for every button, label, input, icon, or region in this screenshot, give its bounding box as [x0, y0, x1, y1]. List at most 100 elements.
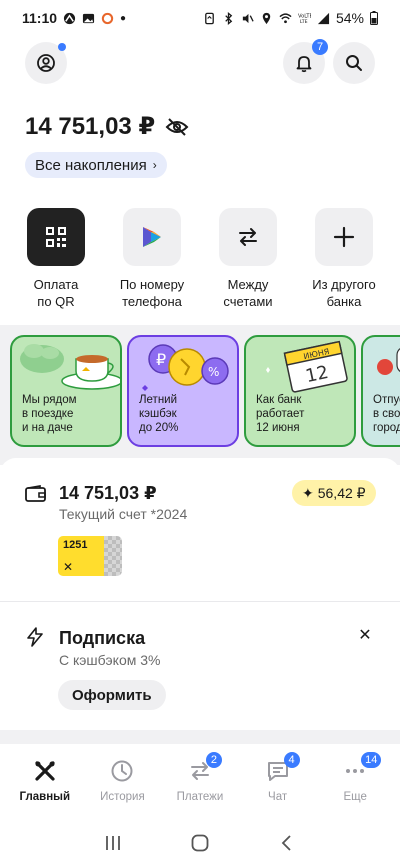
story-line: 12 июня — [256, 422, 300, 434]
search-icon — [346, 55, 362, 71]
stories-carousel[interactable]: Мы рядом в поездке и на даче ₽ % Летний кэш… — [10, 335, 400, 447]
close-icon[interactable]: ✕ — [356, 626, 374, 644]
battery-icon — [370, 11, 378, 25]
bottom-navigation: Главный История 2 Платежи 4 Чат 14 Еще — [0, 744, 400, 818]
tea-cup-illustration — [20, 344, 120, 390]
story-card[interactable]: ₽ % Летний кэшбэк до 20% — [127, 335, 239, 447]
between-accounts-action[interactable]: Между счетами — [204, 208, 292, 310]
status-time: 11:10 — [22, 10, 58, 26]
cashback-badge[interactable]: ✦ 56,42 ₽ — [292, 480, 376, 506]
divider — [0, 601, 400, 602]
coins-illustration: ₽ % — [142, 344, 229, 391]
volte-icon: VoLTELTE — [298, 13, 311, 24]
location-icon — [262, 12, 271, 24]
story-text: Мы рядом в поездке и на даче — [22, 393, 77, 435]
sbp-tile[interactable] — [123, 208, 181, 266]
more-notifications-dot: ● — [120, 12, 127, 24]
nav-chat[interactable]: 4 Чат — [240, 744, 316, 818]
action-label-line1: Оплата — [33, 277, 79, 292]
clock-icon — [111, 760, 133, 782]
subscribe-button[interactable]: Оформить — [58, 680, 166, 710]
sbp-icon — [143, 227, 161, 247]
signal-icon — [317, 12, 330, 24]
all-savings-label: Все накопления — [35, 156, 147, 174]
card-placeholder — [104, 536, 122, 576]
story-text: Летний кэшбэк до 20% — [139, 393, 178, 435]
plus-tile[interactable] — [315, 208, 373, 266]
svg-text:VoLTE: VoLTE — [298, 13, 311, 19]
notifications-button[interactable]: 7 — [283, 39, 328, 84]
wifi-icon — [279, 12, 292, 23]
notifications-badge: 7 — [312, 39, 328, 55]
qr-tile[interactable] — [27, 208, 85, 266]
profile-update-dot — [58, 43, 66, 51]
total-balance-amount: 14 751,03 ₽ — [25, 113, 156, 140]
story-line: и на даче — [22, 422, 73, 434]
story-line: в свое — [373, 408, 400, 420]
total-balance: 14 751,03 ₽ — [25, 112, 189, 141]
nav-more[interactable]: 14 Еще — [317, 744, 393, 818]
all-savings-button[interactable]: Все накопления › — [25, 152, 167, 178]
system-navigation — [0, 818, 400, 867]
card-last4: 1251 — [63, 539, 88, 551]
from-other-bank-action[interactable]: Из другого банка — [300, 208, 388, 310]
story-line: Отпус — [373, 394, 400, 406]
qr-icon — [46, 227, 66, 247]
pay-by-phone-action[interactable]: По номеру телефона — [108, 208, 196, 310]
nav-label: Чат — [268, 791, 288, 803]
story-line: до 20% — [139, 422, 179, 434]
nav-badge: 14 — [361, 752, 382, 768]
story-text: Отпус в свое город — [373, 393, 400, 435]
transfer-tile[interactable] — [219, 208, 277, 266]
story-line: Как банк — [256, 394, 302, 406]
search-button[interactable] — [333, 42, 375, 84]
account-name: Текущий счет *2024 — [59, 506, 188, 522]
wallet-icon — [25, 485, 46, 502]
action-label-line2: по QR — [37, 294, 75, 309]
story-line: город — [373, 422, 400, 434]
calendar-illustration: ИЮНЯ 12 — [266, 340, 348, 393]
subscription-title: Подписка — [59, 628, 146, 648]
account-balance[interactable]: 14 751,03 ₽ — [59, 483, 157, 504]
nav-badge: 4 — [283, 752, 300, 768]
pay-by-qr-action[interactable]: Оплата по QR — [12, 208, 100, 310]
record-notification-icon — [101, 12, 114, 24]
action-label-line1: Между — [227, 277, 269, 292]
bluetooth-icon — [225, 11, 233, 25]
sparkle-icon: ✦ — [302, 484, 314, 501]
story-text: Как банк работает 12 июня — [256, 393, 304, 435]
story-line: Летний — [139, 394, 178, 406]
recent-apps-icon[interactable] — [103, 833, 123, 853]
action-label-line2: банка — [326, 294, 362, 309]
card-face: 1251 ✕ — [58, 536, 104, 576]
story-line: Мы рядом — [22, 394, 77, 406]
home-icon[interactable] — [190, 833, 210, 853]
nav-label: Еще — [343, 791, 367, 803]
home-tools-icon — [35, 761, 55, 781]
travel-illustration — [377, 348, 400, 375]
story-card[interactable]: Мы рядом в поездке и на даче — [10, 335, 122, 447]
nav-label: История — [100, 791, 145, 803]
back-icon[interactable] — [277, 833, 297, 853]
story-card[interactable]: ИЮНЯ 12 Как банк работает 12 июня — [244, 335, 356, 447]
bell-icon — [296, 56, 312, 73]
action-label-line1: Из другого — [312, 277, 376, 292]
svg-text:₽: ₽ — [156, 350, 166, 369]
svg-text:%: % — [208, 365, 219, 379]
story-line: кэшбэк — [139, 408, 177, 420]
nav-main[interactable]: Главный — [7, 744, 83, 818]
nfc-icon — [205, 12, 214, 24]
app-notification-icon — [63, 12, 76, 24]
transfer-arrows-icon — [239, 228, 257, 246]
nav-label: Платежи — [176, 791, 224, 803]
bank-card-thumbnail[interactable]: 1251 ✕ — [58, 536, 122, 576]
story-card[interactable]: Отпус в свое город — [361, 335, 400, 447]
hide-balance-eye-icon[interactable] — [165, 117, 189, 137]
action-label-line2: телефона — [122, 294, 182, 309]
section-separator — [0, 730, 400, 744]
nav-payments[interactable]: 2 Платежи — [162, 744, 238, 818]
status-bar: 11:10 ● VoLTELTE 54% — [0, 0, 400, 36]
plus-icon — [333, 226, 355, 248]
profile-button[interactable] — [25, 42, 67, 84]
nav-history[interactable]: История — [84, 744, 160, 818]
